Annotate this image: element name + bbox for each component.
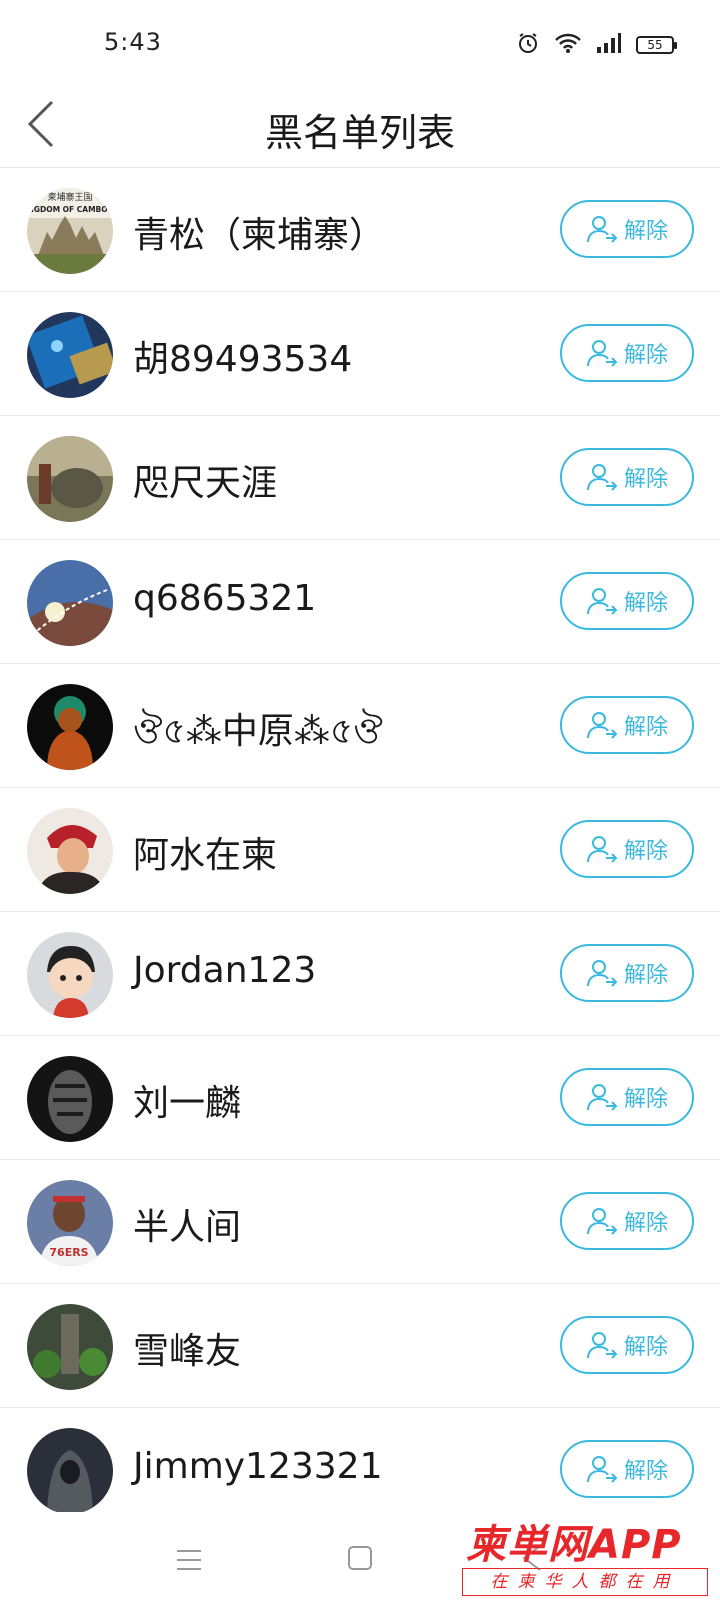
avatar[interactable]: [27, 436, 113, 522]
unblock-label: 解除: [623, 219, 668, 244]
avatar[interactable]: [27, 808, 113, 894]
list-item: ঔ৫⁂中原⁂৫ঔ 解除: [0, 664, 720, 788]
list-item: q6865321 解除: [0, 540, 720, 664]
unblock-button[interactable]: 解除: [560, 1068, 694, 1126]
header: 黑名单列表: [0, 88, 720, 168]
battery-icon: 55: [636, 36, 677, 54]
user-name: 雪峰友: [133, 1331, 242, 1372]
user-name: 刘一麟: [133, 1083, 242, 1124]
user-name: Jordan123: [133, 950, 317, 991]
unblock-button[interactable]: 解除: [560, 820, 694, 878]
unblock-button[interactable]: 解除: [560, 1316, 694, 1374]
unblock-button[interactable]: 解除: [560, 944, 694, 1002]
alarm-icon: [516, 31, 540, 59]
unblock-button[interactable]: 解除: [560, 448, 694, 506]
unblock-label: 解除: [623, 1335, 668, 1360]
user-unblock-icon: [586, 588, 618, 615]
list-item: 76ERS 半人间 解除: [0, 1160, 720, 1284]
menu-icon[interactable]: [176, 1548, 202, 1576]
avatar[interactable]: [27, 1428, 113, 1514]
unblock-label: 解除: [623, 467, 668, 492]
svg-text:柬埔寨王国: 柬埔寨王国: [47, 191, 92, 203]
user-name: q6865321: [133, 578, 317, 619]
avatar[interactable]: [27, 312, 113, 398]
avatar[interactable]: [27, 932, 113, 1018]
list-item: 阿水在柬 解除: [0, 788, 720, 912]
page-title: 黑名单列表: [264, 111, 455, 155]
wifi-icon: [554, 32, 582, 58]
avatar[interactable]: 柬埔寨王国 NGDOM OF CAMBOL: [27, 188, 113, 274]
avatar[interactable]: 76ERS: [27, 1180, 113, 1266]
watermark-logo: 柬単网APP 在柬华人都在用: [462, 1512, 712, 1598]
user-unblock-icon: [586, 464, 618, 491]
status-time: 5:43: [104, 28, 162, 56]
signal-icon: [596, 32, 622, 58]
user-name: Jimmy123321: [133, 1446, 383, 1487]
list-item: 柬埔寨王国 NGDOM OF CAMBOL 青松（柬埔寨） 解除: [0, 168, 720, 292]
unblock-label: 解除: [623, 963, 668, 988]
user-unblock-icon: [586, 712, 618, 739]
user-name: 阿水在柬: [133, 835, 278, 876]
avatar[interactable]: [27, 1056, 113, 1142]
user-unblock-icon: [586, 340, 618, 367]
list-item: 刘一麟 解除: [0, 1036, 720, 1160]
home-icon[interactable]: [348, 1546, 372, 1570]
user-name: 青松（柬埔寨）: [133, 215, 386, 256]
svg-text:NGDOM OF CAMBOL: NGDOM OF CAMBOL: [28, 205, 113, 214]
user-name: 胡89493534: [133, 339, 353, 380]
unblock-button[interactable]: 解除: [560, 696, 694, 754]
list-item: 咫尺天涯 解除: [0, 416, 720, 540]
user-unblock-icon: [586, 1208, 618, 1235]
user-name: 半人间: [133, 1207, 242, 1248]
watermark-title: 柬単网APP: [466, 1522, 682, 1568]
unblock-button[interactable]: 解除: [560, 200, 694, 258]
unblock-label: 解除: [623, 343, 668, 368]
avatar[interactable]: [27, 1304, 113, 1390]
user-unblock-icon: [586, 1084, 618, 1111]
unblock-label: 解除: [623, 1211, 668, 1236]
watermark-slogan: 在柬华人都在用: [462, 1568, 708, 1596]
unblock-label: 解除: [623, 1459, 668, 1484]
blacklist: 柬埔寨王国 NGDOM OF CAMBOL 青松（柬埔寨） 解除 胡894935…: [0, 168, 720, 1532]
unblock-label: 解除: [623, 591, 668, 616]
unblock-label: 解除: [623, 715, 668, 740]
user-name: 咫尺天涯: [133, 463, 278, 504]
user-unblock-icon: [586, 1332, 618, 1359]
list-item: 胡89493534 解除: [0, 292, 720, 416]
avatar[interactable]: [27, 560, 113, 646]
unblock-button[interactable]: 解除: [560, 572, 694, 630]
user-unblock-icon: [586, 836, 618, 863]
unblock-button[interactable]: 解除: [560, 1192, 694, 1250]
list-item: Jordan123 解除: [0, 912, 720, 1036]
svg-text:76ERS: 76ERS: [49, 1246, 88, 1259]
unblock-label: 解除: [623, 1087, 668, 1112]
status-icons: 55: [516, 30, 677, 60]
unblock-label: 解除: [623, 839, 668, 864]
user-unblock-icon: [586, 960, 618, 987]
user-unblock-icon: [586, 1456, 618, 1483]
unblock-button[interactable]: 解除: [560, 324, 694, 382]
unblock-button[interactable]: 解除: [560, 1440, 694, 1498]
user-name: ঔ৫⁂中原⁂৫ঔ: [133, 711, 383, 752]
list-item: 雪峰友 解除: [0, 1284, 720, 1408]
status-bar: 5:43 55: [0, 0, 720, 88]
user-unblock-icon: [586, 216, 618, 243]
avatar[interactable]: [27, 684, 113, 770]
